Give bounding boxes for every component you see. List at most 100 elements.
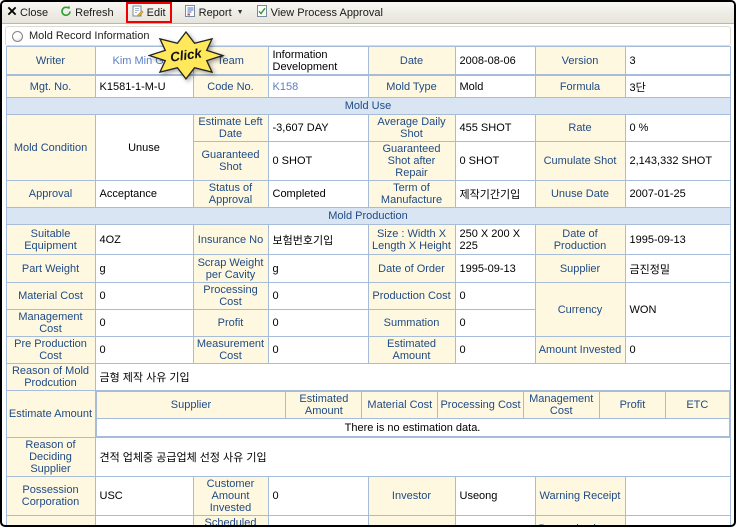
suitable-equipment-label: Suitable Equipment — [6, 225, 95, 255]
possession-corporation-label: Possession Corporation — [6, 477, 95, 516]
warning-receipt-value — [625, 477, 730, 516]
date-of-order-label: Date of Order — [368, 255, 455, 283]
estimate-col-processing-cost: Processing Cost — [438, 392, 523, 419]
date-of-production-label: Date of Production — [535, 225, 625, 255]
view-process-approval-button[interactable]: View Process Approval — [256, 5, 383, 20]
rate-value: 0 % — [625, 115, 730, 142]
refresh-button[interactable]: Refresh — [60, 5, 114, 20]
pre-production-cost-label: Pre Production Cost — [6, 337, 95, 364]
size-value: 250 X 200 X 225 — [455, 225, 535, 255]
estimate-col-material-cost: Material Cost — [362, 392, 438, 419]
table-row: Material Cost 0 Processing Cost 0 Produc… — [6, 283, 730, 310]
reason-of-mold-production-label: Reason of Mold Prodcution — [6, 364, 95, 391]
formula-label: Formula — [535, 76, 625, 98]
estimate-col-management-cost: Management Cost — [523, 392, 599, 419]
insurance-no-label: Insurance No — [193, 225, 268, 255]
customer-amount-invested-label: Customer Amount Invested — [193, 477, 268, 516]
refresh-button-label: Refresh — [75, 7, 114, 19]
estimate-col-supplier: Supplier — [96, 392, 286, 419]
collection-sum-label: Collection Sum — [368, 516, 455, 527]
part-weight-value: g — [95, 255, 193, 283]
estimated-amount-label: Estimated Amount — [368, 337, 455, 364]
investor-value: Useong — [455, 477, 535, 516]
refresh-icon — [60, 5, 72, 20]
estimate-amount-row: Estimate Amount Supplier Estimated Amoun… — [6, 391, 730, 438]
size-label: Size : Width X Length X Height — [368, 225, 455, 255]
edit-icon — [132, 5, 144, 20]
report-dropdown-arrow-icon[interactable]: ▼ — [237, 9, 244, 16]
code-no-value-link[interactable]: K158 — [268, 76, 368, 98]
version-value: 3 — [625, 47, 730, 75]
table-row: Reason of Mold Prodcution 금형 제작 사유 기입 — [6, 364, 730, 391]
table-row: Pre Production Cost 0 Measurement Cost 0… — [6, 337, 730, 364]
section-header-row: Mold Production — [6, 208, 730, 225]
mold-condition-label: Mold Condition — [6, 115, 95, 181]
toolbar: Close Refresh Edit Report ▼ View Process… — [2, 2, 734, 24]
estimate-table-cell: Supplier Estimated Amount Material Cost … — [95, 391, 730, 438]
customer-name-value: 고객사 기입 — [95, 516, 193, 527]
management-cost-value: 0 — [95, 310, 193, 337]
average-daily-shot-label: Average Daily Shot — [368, 115, 455, 142]
date-of-order-value: 1995-09-13 — [455, 255, 535, 283]
cumulate-shot-value: 2,143,332 SHOT — [625, 142, 730, 181]
table-row: Reason of Deciding Supplier 견적 업체중 공급업체 … — [6, 438, 730, 477]
code-no-label: Code No. — [193, 76, 268, 98]
report-icon — [184, 5, 196, 20]
amount-invested-value: 0 — [625, 337, 730, 364]
scrap-weight-label: Scrap Weight per Cavity — [193, 255, 268, 283]
scheduled-collection-sum-label: Scheduled Collection Sum — [193, 516, 268, 527]
close-icon — [7, 6, 17, 19]
mold-production-section-title: Mold Production — [6, 208, 730, 225]
approval-label: Approval — [6, 181, 95, 208]
term-of-manufacture-label: Term of Manufacture — [368, 181, 455, 208]
estimated-amount-value: 0 — [455, 337, 535, 364]
reason-of-deciding-supplier-label: Reason of Deciding Supplier — [6, 438, 95, 477]
estimate-col-estimated-amount: Estimated Amount — [286, 392, 362, 419]
estimate-col-profit: Profit — [599, 392, 665, 419]
date-of-production-value: 1995-09-13 — [625, 225, 730, 255]
processing-cost-value: 0 — [268, 283, 368, 310]
mold-record-radio-label: Mold Record Information — [29, 30, 149, 42]
mold-use-section-title: Mold Use — [6, 98, 730, 115]
view-process-approval-label: View Process Approval — [271, 7, 383, 19]
edit-button[interactable]: Edit — [132, 5, 166, 20]
guaranteed-shot-after-repair-label: Guaranteed Shot after Repair — [368, 142, 455, 181]
material-cost-label: Material Cost — [6, 283, 95, 310]
table-row: Suitable Equipment 4OZ Insurance No 보험번호… — [6, 225, 730, 255]
production-cost-label: Production Cost — [368, 283, 455, 310]
estimate-left-date-value: -3,607 DAY — [268, 115, 368, 142]
scrap-weight-value: g — [268, 255, 368, 283]
guaranteed-shot-after-repair-value: 0 SHOT — [455, 142, 535, 181]
version-label: Version — [535, 47, 625, 75]
supplier-label: Supplier — [535, 255, 625, 283]
currency-label: Currency — [535, 283, 625, 337]
estimate-col-etc: ETC — [666, 392, 729, 419]
pre-production-cost-value: 0 — [95, 337, 193, 364]
reason-of-deciding-supplier-value: 견적 업체중 공급업체 선정 사유 기입 — [95, 438, 730, 477]
report-button[interactable]: Report ▼ — [184, 5, 244, 20]
material-cost-value: 0 — [95, 283, 193, 310]
investor-label: Investor — [368, 477, 455, 516]
writer-value-link[interactable]: Kim Min Gyu — [95, 47, 193, 75]
measurement-cost-value: 0 — [268, 337, 368, 364]
close-button-label: Close — [20, 7, 48, 19]
estimate-header-row: Supplier Estimated Amount Material Cost … — [96, 392, 729, 419]
status-of-approval-value: Completed — [268, 181, 368, 208]
approval-value: Acceptance — [95, 181, 193, 208]
person-in-charge-of-collection-value — [625, 516, 730, 527]
close-button[interactable]: Close — [7, 6, 48, 19]
estimate-table: Supplier Estimated Amount Material Cost … — [96, 391, 730, 437]
profit-value: 0 — [268, 310, 368, 337]
report-button-label: Report — [199, 7, 232, 19]
currency-value: WON — [625, 283, 730, 337]
date-value: 2008-08-06 — [455, 47, 535, 75]
customer-name-label: Customer Name — [6, 516, 95, 527]
cumulate-shot-label: Cumulate Shot — [535, 142, 625, 181]
summation-label: Summation — [368, 310, 455, 337]
edit-button-highlight: Edit — [126, 2, 172, 23]
mold-record-radio[interactable] — [12, 31, 23, 42]
date-label: Date — [368, 47, 455, 75]
estimate-left-date-label: Estimate Left Date — [193, 115, 268, 142]
unuse-date-value: 2007-01-25 — [625, 181, 730, 208]
person-in-charge-of-collection-label: Person in charge Of Collection — [535, 516, 625, 527]
